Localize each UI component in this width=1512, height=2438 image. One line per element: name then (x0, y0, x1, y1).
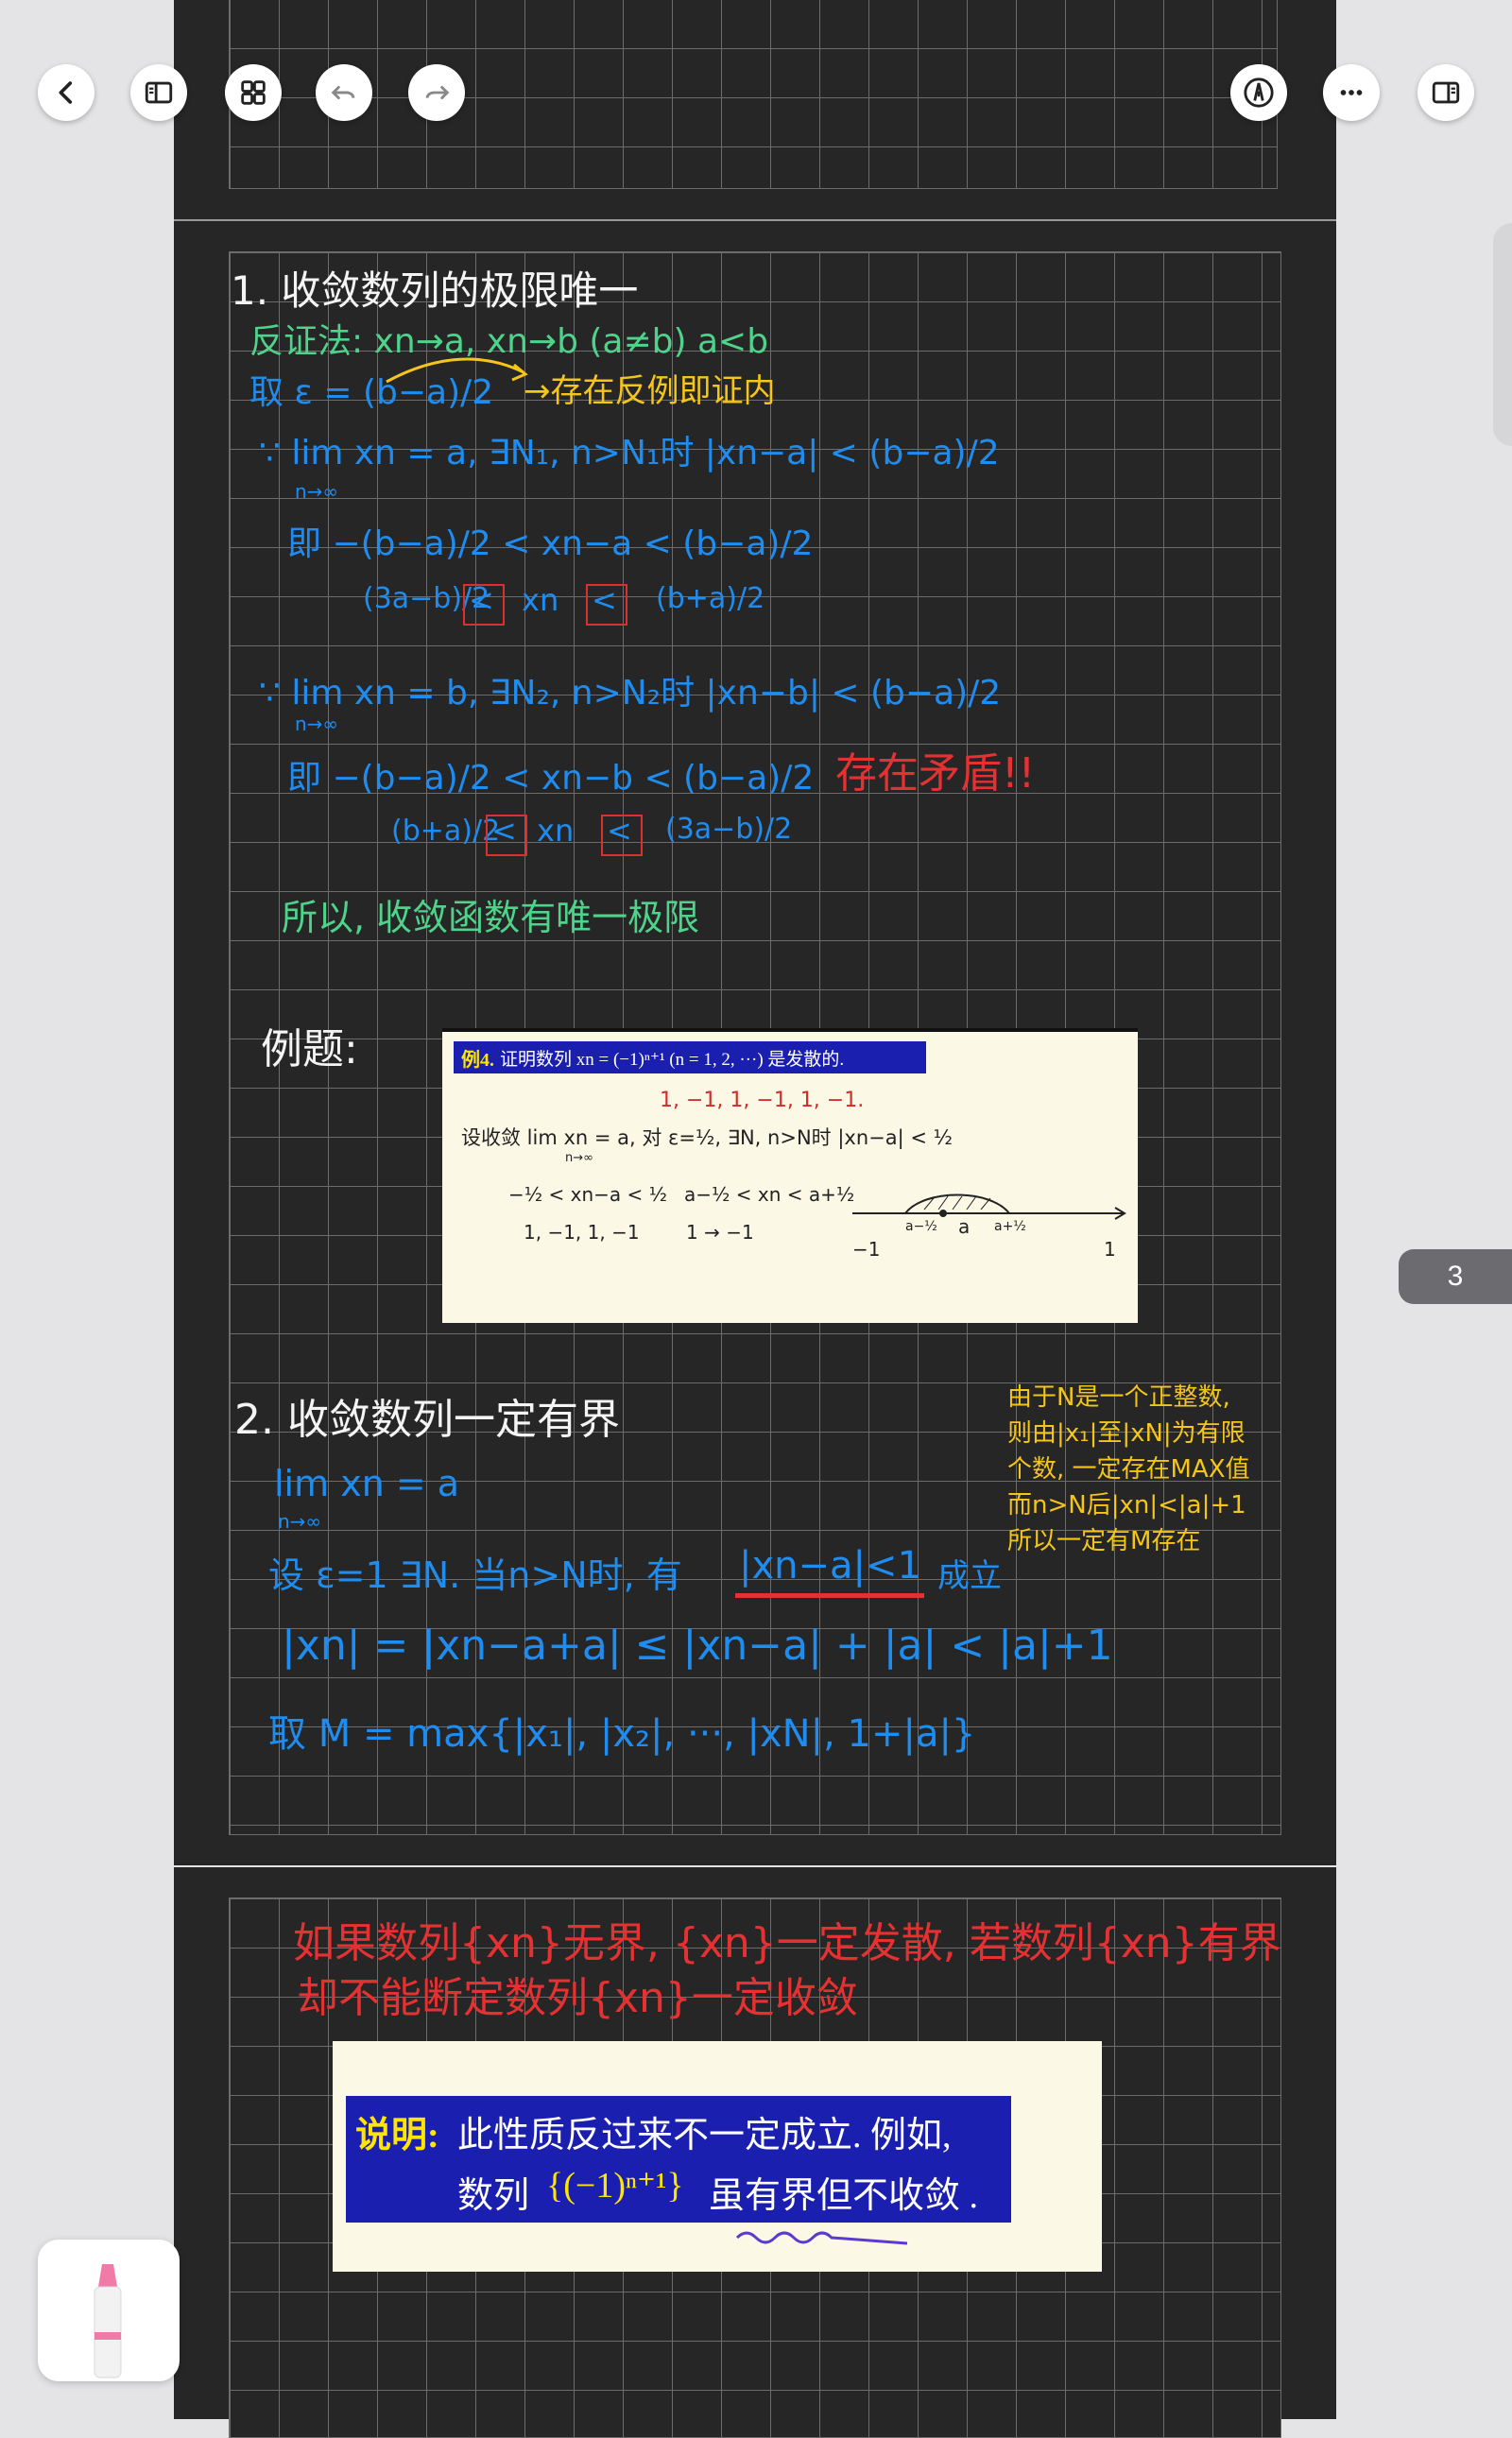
undo-button[interactable] (316, 64, 372, 121)
squiggle-underline (735, 2231, 908, 2245)
page-number: 3 (1447, 1261, 1464, 1292)
numline-a-plus: a+½ (994, 1219, 1026, 1234)
example-sequence: 1, −1, 1, −1, 1, −1. (660, 1089, 865, 1112)
ineq-b-right: (3a−b)/2 (665, 813, 793, 846)
notebook-page-2: 1. 收敛数列的极限唯一 反证法: xn→a, xn→b (a≠b) a<b 取… (174, 221, 1336, 1865)
line-lim-a: ∵ lim xn = a, ∃N₁, n>N₁时 |xn−a| < (b−a)/… (259, 434, 1000, 472)
numline-a-minus: a−½ (905, 1219, 937, 1234)
page-indicator: 3 (1399, 1249, 1512, 1304)
example-ineq1: −½ < xn−a < ½ (508, 1183, 667, 1206)
example-heading-tag: 例4. (461, 1049, 494, 1071)
ineq-a-right: (b+a)/2 (656, 582, 765, 615)
section2-title: 2. 收敛数列一定有界 (234, 1396, 620, 1444)
section2-lim: lim xn = a (274, 1463, 460, 1504)
remark-line2-formula: {(−1)ⁿ⁺¹} (546, 2166, 684, 2206)
grid-icon (241, 80, 266, 105)
remark-box: 说明: 此性质反过来不一定成立. 例如, 数列 {(−1)ⁿ⁺¹} 虽有界但不收… (346, 2096, 1011, 2223)
side-note-line: 由于N是一个正整数, (1007, 1383, 1230, 1412)
side-note-line: 而n>N后|xn|<|a|+1 (1007, 1491, 1246, 1519)
remark-label: 说明: (355, 2116, 439, 2155)
side-note: 由于N是一个正整数, 则由|x₁|至|xN|为有限 个数, 一定存在MAX值 而… (1007, 1380, 1250, 1559)
remark-line2-a: 数列 (457, 2176, 530, 2216)
undo-icon (331, 85, 355, 100)
line-contradiction: 存在矛盾!! (835, 749, 1036, 798)
grid-view-button[interactable] (225, 64, 282, 121)
chevron-left-icon (59, 81, 73, 104)
numline-right: 1 (1104, 1238, 1116, 1261)
more-icon (1340, 90, 1363, 95)
red-note-2: 却不能断定数列{xn}一定收敛 (297, 1974, 858, 2022)
example-heading-text: 证明数列 xn = (−1)ⁿ⁺¹ (n = 1, 2, ···) 是发散的. (500, 1049, 845, 1070)
number-line (852, 1193, 1126, 1220)
example-vals2: 1 → −1 (686, 1221, 754, 1244)
example-assume: 设收敛 lim xn = a, 对 ε=½, ∃N, n>N时 |xn−a| <… (461, 1126, 953, 1149)
side-note-line: 则由|x₁|至|xN|为有限 (1007, 1419, 1246, 1448)
back-button[interactable] (38, 64, 94, 121)
section1-title: 1. 收敛数列的极限唯一 (231, 267, 639, 314)
ineq-a-mid: xn (522, 582, 559, 618)
side-note-line: 个数, 一定存在MAX值 (1007, 1455, 1250, 1484)
sidebar-button[interactable] (130, 64, 187, 121)
ineq-b-left: (b+a)/2 (391, 815, 501, 848)
example-heading: 例4. 证明数列 xn = (−1)ⁿ⁺¹ (n = 1, 2, ···) 是发… (454, 1041, 926, 1073)
section2-M: 取 M = max{|x₁|, |x₂|, ···, |xN|, 1+|a|} (268, 1712, 976, 1756)
line-take-eps: 取 ε = (b−a)/2 (249, 373, 494, 412)
redo-button[interactable] (408, 64, 465, 121)
side-note-line: 所以一定有M存在 (1007, 1527, 1201, 1555)
notebook-page-3: 如果数列{xn}无界, {xn}一定发散, 若数列{xn}有界 却不能断定数列{… (174, 1867, 1336, 2438)
more-button[interactable] (1323, 64, 1380, 121)
tool-dock[interactable] (38, 2240, 180, 2381)
grid-area (229, 0, 1278, 189)
example-ineq2: a−½ < xn < a+½ (684, 1183, 855, 1206)
remark-line1: 此性质反过来不一定成立. 例如, (457, 2116, 952, 2155)
section2-bound: |xn| = |xn−a+a| ≤ |xn−a| + |a| < |a|+1 (282, 1622, 1113, 1670)
line-lim-a-sub: n→∞ (295, 480, 339, 503)
red-note-1: 如果数列{xn}无界, {xn}一定发散, 若数列{xn}有界 (293, 1919, 1281, 1967)
line-lim-b-sub: n→∞ (295, 713, 339, 735)
section2-eps-under: |xn−a|<1 (739, 1544, 921, 1588)
sidebar-icon (145, 81, 173, 104)
highlighter-icon (94, 2264, 122, 2378)
pen-tool-button[interactable] (1230, 64, 1287, 121)
ineq-b-lt1: < (491, 813, 517, 849)
redo-icon (425, 85, 450, 100)
section2-eps: 设 ε=1 ∃N. 当n>N时, 有 (268, 1554, 682, 1596)
pen-nib-icon (1244, 77, 1274, 108)
example-vals1: 1, −1, 1, −1 (524, 1221, 640, 1244)
example-snippet: 例4. 证明数列 xn = (−1)ⁿ⁺¹ (n = 1, 2, ···) 是发… (442, 1028, 1138, 1323)
panel-button[interactable] (1418, 64, 1474, 121)
ineq-b-lt2: < (607, 813, 632, 849)
ineq-a-lt2: < (592, 582, 617, 618)
line-ji-a: 即 −(b−a)/2 < xn−a < (b−a)/2 (287, 524, 814, 563)
numline-left: −1 (852, 1238, 881, 1261)
red-underline (735, 1593, 924, 1598)
line-lim-b: ∵ lim xn = b, ∃N₂, n>N₂时 |xn−b| < (b−a)/… (259, 674, 1002, 713)
remark-snippet: 说明: 此性质反过来不一定成立. 例如, 数列 {(−1)ⁿ⁺¹} 虽有界但不收… (333, 2041, 1102, 2272)
remark-line2-b: 虽有界但不收敛 . (709, 2176, 979, 2216)
section2-eps-tail: 成立 (937, 1557, 1002, 1595)
example-top-rule (442, 1028, 1138, 1032)
ineq-a-lt1: < (469, 582, 494, 618)
line-ji-b: 即 −(b−a)/2 < xn−b < (b−a)/2 (287, 759, 815, 798)
example-assume-sub: n→∞ (565, 1151, 593, 1165)
numline-a: a (958, 1215, 971, 1238)
section2-lim-sub: n→∞ (278, 1510, 322, 1533)
side-drawer-handle[interactable] (1493, 223, 1512, 446)
line-note: →存在反例即证内 (524, 372, 776, 410)
ineq-b-mid: xn (537, 813, 575, 849)
example-label: 例题: (261, 1025, 358, 1073)
panel-icon (1432, 81, 1460, 104)
conclusion: 所以, 收敛函数有唯一极限 (282, 897, 700, 938)
